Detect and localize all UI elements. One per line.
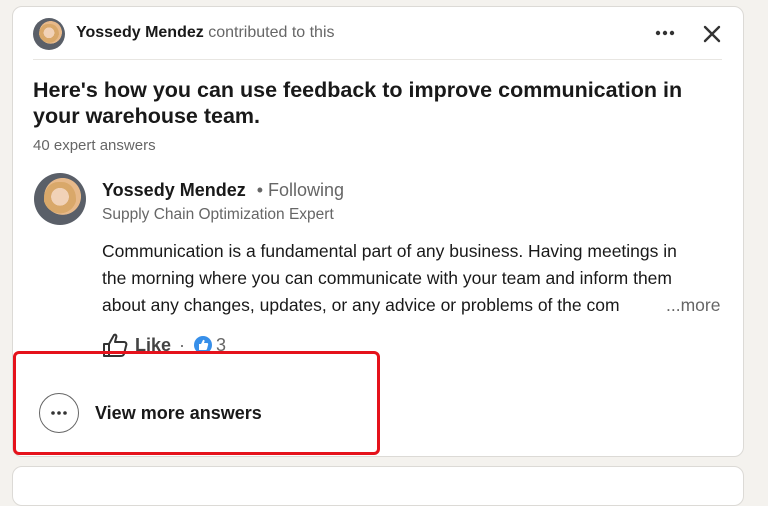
answer-line: Communication is a fundamental part of a… — [102, 241, 677, 261]
reaction-count[interactable]: 3 — [193, 335, 226, 356]
close-icon — [703, 25, 721, 43]
next-card — [12, 466, 744, 506]
contribution-card: Yossedy Mendez contributed to this Here'… — [12, 6, 744, 457]
view-more-circle — [39, 393, 79, 433]
more-options-button[interactable] — [651, 21, 679, 45]
like-label: Like — [135, 334, 172, 355]
close-button[interactable] — [698, 20, 726, 48]
expert-answers-count: 40 expert answers — [33, 137, 156, 154]
header-divider — [33, 59, 722, 60]
thumbs-up-icon — [103, 333, 128, 357]
answer-author-title: Supply Chain Optimization Expert — [102, 206, 334, 223]
separator-dot: · — [179, 334, 186, 355]
contributor-line: Yossedy Mendez contributed to this — [76, 23, 335, 43]
answer-author-line: Yossedy Mendez • Following — [102, 180, 344, 201]
like-button[interactable]: Like — [101, 332, 171, 358]
contributed-text: contributed to this — [208, 24, 335, 41]
contributor-name[interactable]: Yossedy Mendez — [76, 24, 204, 41]
see-more-link[interactable]: ...more — [666, 292, 720, 319]
answer-author-avatar[interactable] — [34, 173, 86, 225]
contributor-avatar[interactable] — [33, 18, 65, 50]
view-more-label: View more answers — [95, 402, 262, 423]
answer-text: Communication is a fundamental part of a… — [102, 238, 722, 319]
reactions-bar: Like · 3 — [101, 330, 226, 360]
answer-line: about any changes, updates, or any advic… — [102, 295, 620, 315]
article-title[interactable]: Here's how you can use feedback to impro… — [33, 77, 723, 129]
ellipsis-icon — [655, 30, 675, 36]
following-status[interactable]: • Following — [257, 180, 344, 200]
like-reaction-icon — [194, 336, 213, 354]
answer-author-name[interactable]: Yossedy Mendez — [102, 180, 246, 200]
view-more-answers-button[interactable]: View more answers — [39, 393, 262, 433]
reaction-count-value: 3 — [216, 334, 227, 355]
answer-line: the morning where you can communicate wi… — [102, 268, 672, 288]
card-header: Yossedy Mendez contributed to this — [13, 7, 743, 60]
ellipsis-icon — [51, 411, 67, 415]
